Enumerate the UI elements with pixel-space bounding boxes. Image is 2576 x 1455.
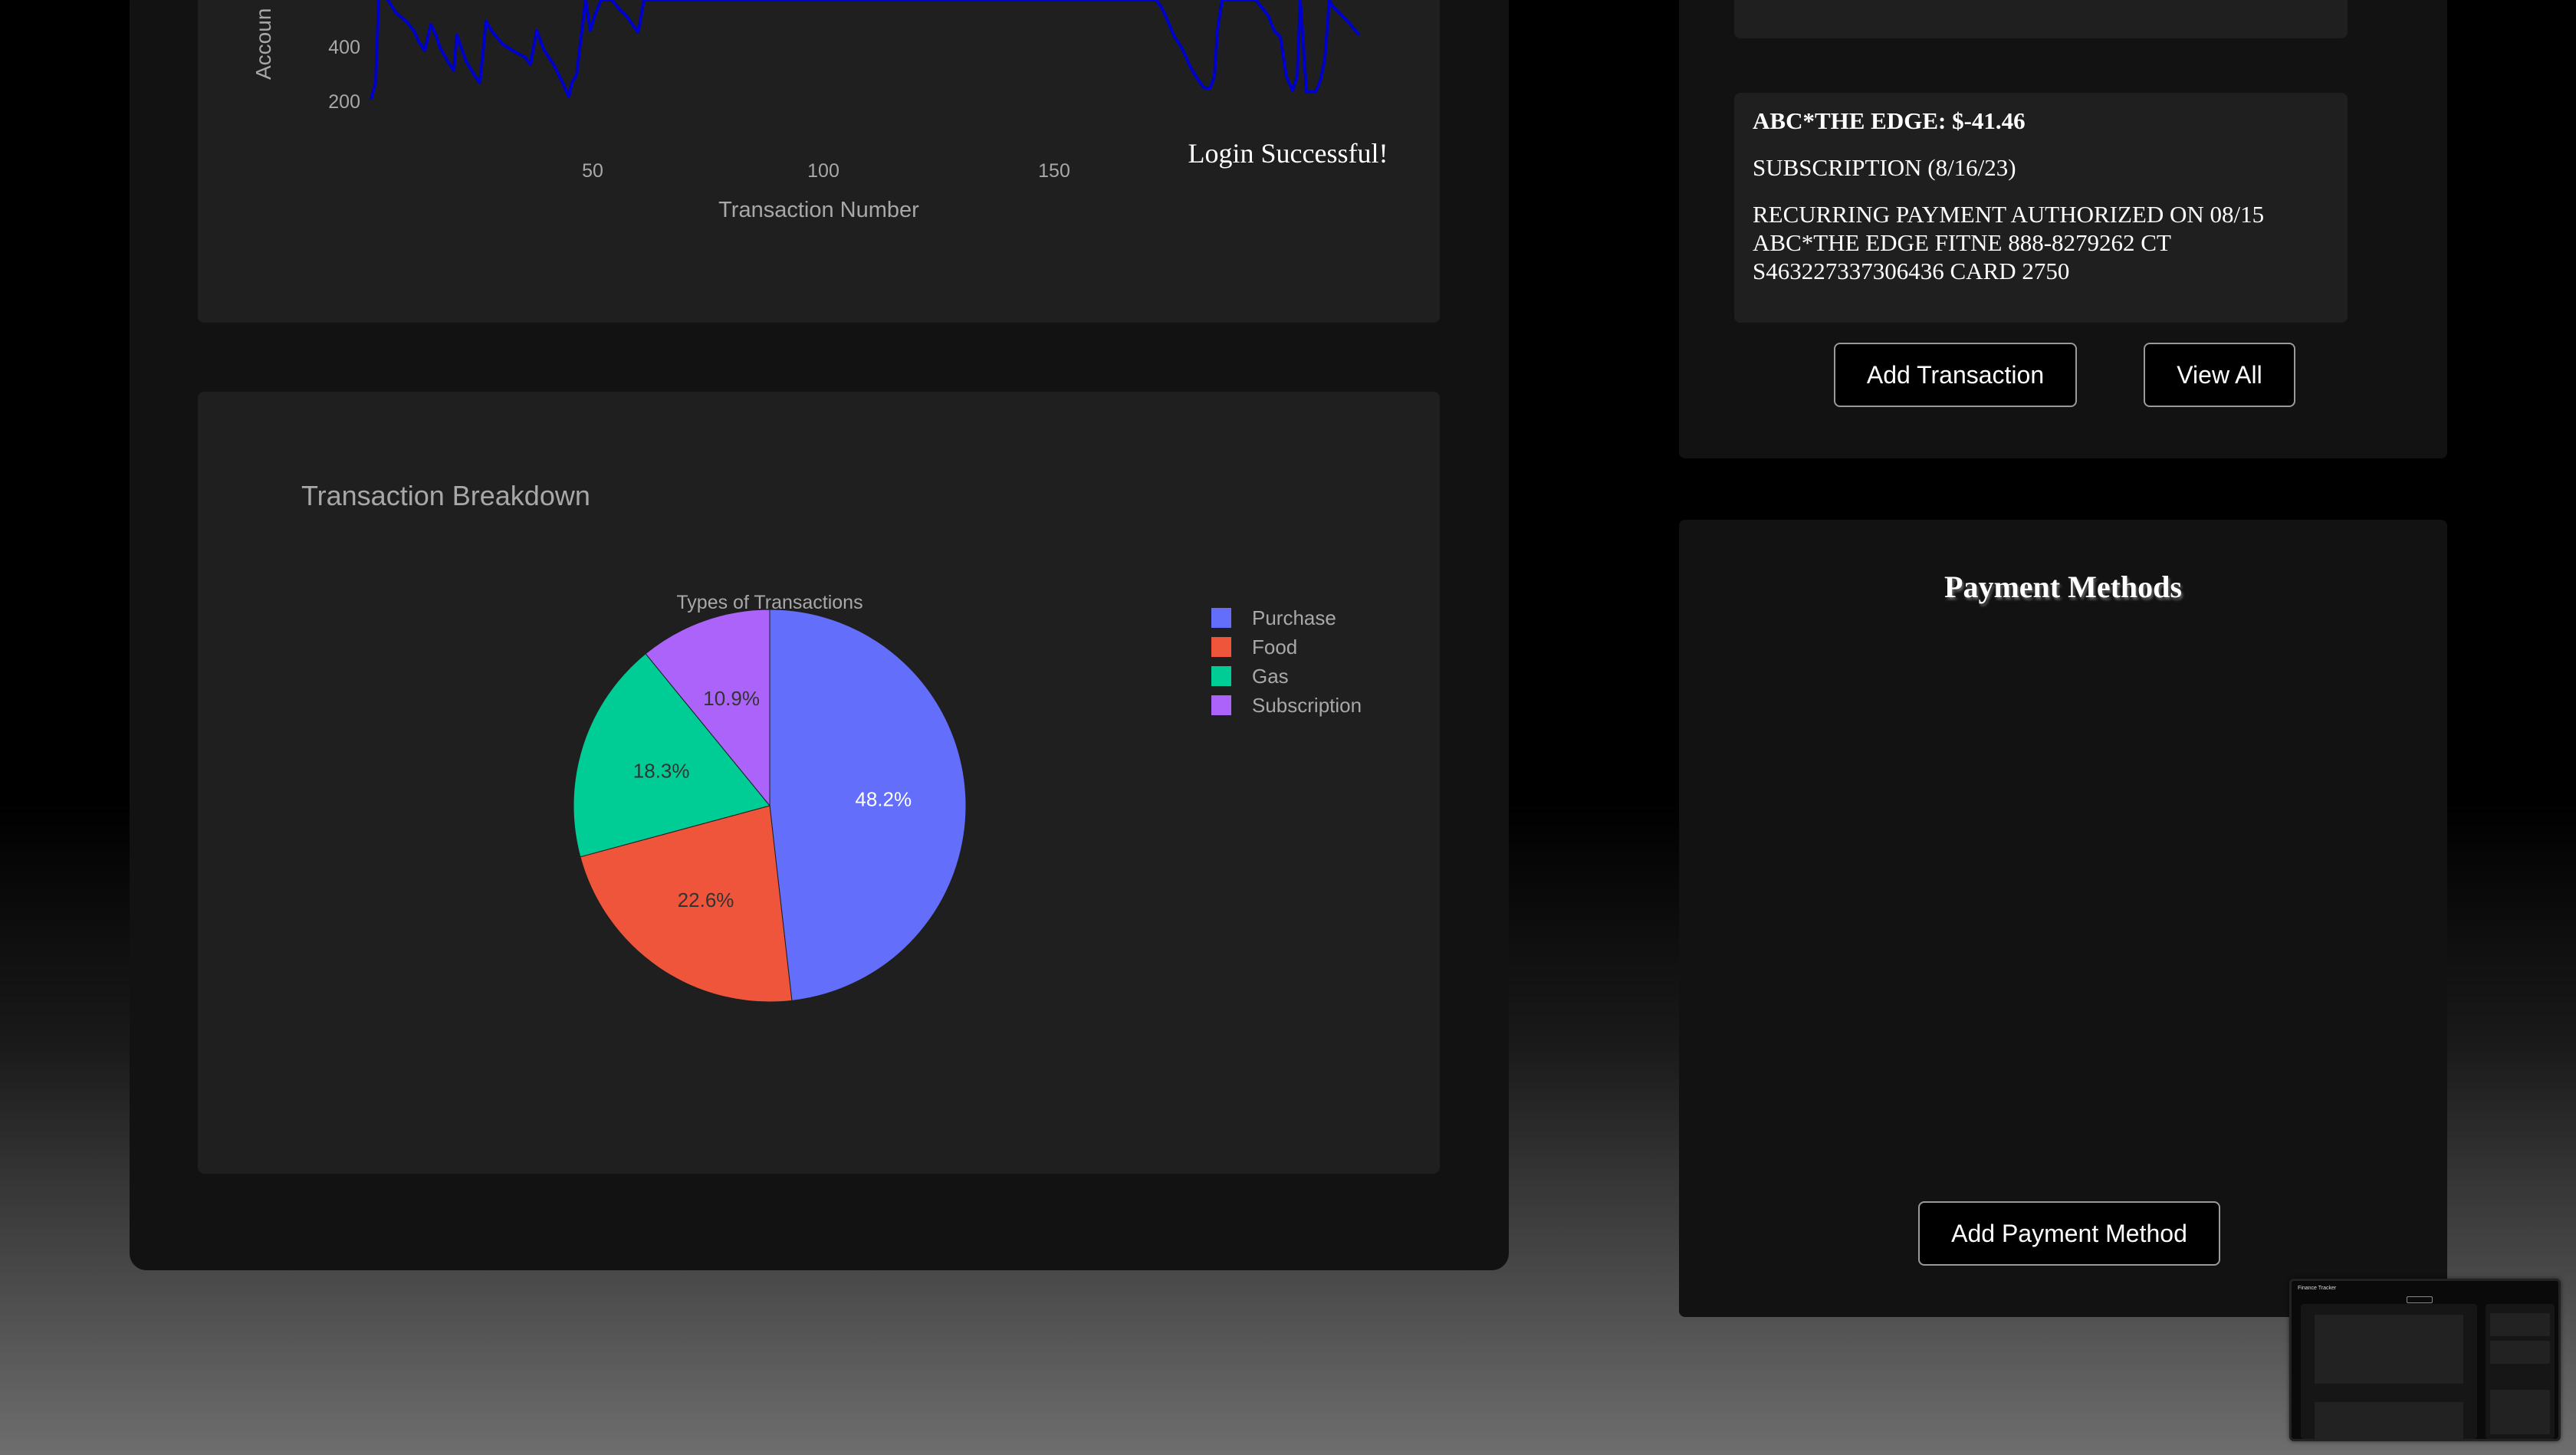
view-all-button[interactable]: View All — [2144, 343, 2295, 407]
toast-text: Login Successful! — [1188, 138, 1388, 169]
legend-label-purchase[interactable]: Purchase — [1252, 606, 1336, 629]
transaction-description: RECURRING PAYMENT AUTHORIZED ON 08/15 AB… — [1753, 201, 2265, 284]
y-tick-label: 400 — [328, 37, 360, 58]
window-thumbnail[interactable]: Finance Tracker — [2289, 1279, 2561, 1441]
pie-value-label: 10.9% — [703, 687, 760, 710]
thumbnail-title: Finance Tracker — [2298, 1286, 2337, 1291]
thumbnail-transaction-card — [2490, 1313, 2550, 1336]
pie-value-label: 18.3% — [633, 760, 690, 783]
transaction-pie-chart: Transaction Breakdown Types of Transacti… — [301, 480, 1362, 1003]
thumbnail-transaction-card — [2490, 1341, 2550, 1364]
x-axis-label: Transaction Number — [718, 198, 919, 222]
balance-line — [370, 0, 1361, 100]
payment-methods-panel — [1679, 520, 2447, 1317]
transaction-card — [1734, 0, 2348, 38]
legend-swatch[interactable] — [1211, 695, 1231, 715]
legend-swatch[interactable] — [1211, 608, 1231, 628]
legend-label-food[interactable]: Food — [1252, 636, 1297, 659]
y-tick-label: 200 — [328, 91, 360, 113]
transaction-title: ABC*THE EDGE: $-41.46 — [1753, 107, 2026, 134]
legend-label-gas[interactable]: Gas — [1252, 665, 1289, 688]
legend-swatch[interactable] — [1211, 637, 1231, 657]
legend-swatch[interactable] — [1211, 666, 1231, 686]
thumbnail-left-panel — [2301, 1304, 2477, 1439]
login-success-toast: Login Successful! — [1150, 123, 1426, 184]
add-transaction-button[interactable]: Add Transaction — [1834, 343, 2077, 407]
transaction-breakdown-card: Transaction Breakdown Types of Transacti… — [198, 392, 1440, 1174]
x-tick-label: 150 — [1038, 160, 1070, 182]
thumbnail-chart-card — [2315, 1315, 2463, 1384]
thumbnail-payment-card — [2490, 1390, 2550, 1434]
breakdown-title: Transaction Breakdown — [301, 480, 590, 511]
x-tick-label: 50 — [582, 160, 603, 182]
add-payment-method-button[interactable]: Add Payment Method — [1918, 1201, 2220, 1266]
thumbnail-chart-card — [2315, 1402, 2463, 1439]
pie-value-label: 48.2% — [855, 788, 912, 811]
thumbnail-pill — [2407, 1296, 2433, 1303]
transaction-card: ABC*THE EDGE: $-41.46 SUBSCRIPTION (8/16… — [1734, 93, 2348, 323]
legend-label-subscription[interactable]: Subscription — [1252, 694, 1362, 717]
thumbnail-right-panel — [2486, 1304, 2555, 1439]
transaction-category: SUBSCRIPTION (8/16/23) — [1753, 154, 2016, 181]
x-tick-label: 100 — [807, 160, 840, 182]
pie-value-label: 22.6% — [678, 888, 734, 911]
y-axis-label: Accoun — [251, 8, 275, 80]
payment-methods-title: Payment Methods — [1944, 570, 2182, 604]
